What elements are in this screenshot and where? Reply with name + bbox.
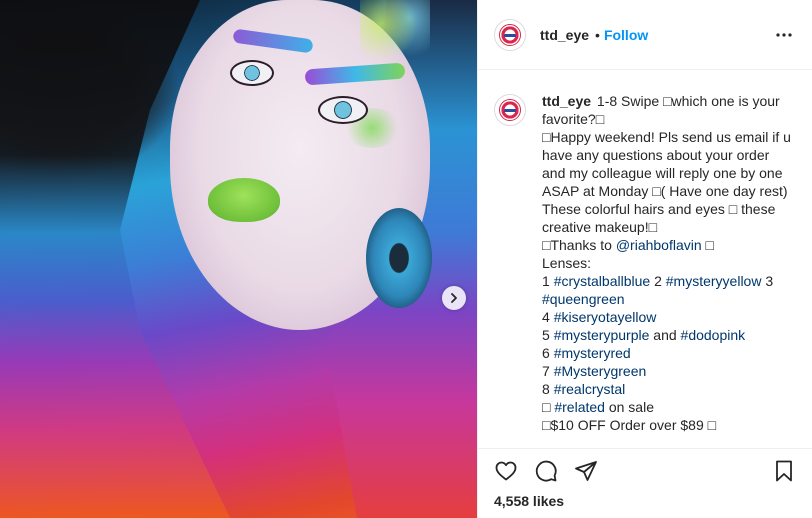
image-eye-right xyxy=(318,96,368,124)
paper-plane-icon xyxy=(575,461,597,481)
hashtag-link[interactable]: #mysteryyellow xyxy=(666,273,762,289)
hashtag-link[interactable]: #crystalballblue xyxy=(554,273,651,289)
action-icons xyxy=(492,449,798,493)
comment-icon xyxy=(535,460,557,482)
caption-line: □$10 OFF Order over $89 □ xyxy=(542,417,717,433)
post-side-panel: ttd_eye • Follow ttd_eye 1-8 Swipe □whic… xyxy=(477,0,812,518)
caption-line: □ xyxy=(701,237,714,253)
next-slide-button[interactable] xyxy=(442,286,466,310)
lens-number: 4 xyxy=(542,309,554,325)
lens-number: 2 xyxy=(650,273,666,289)
post-header: ttd_eye • Follow xyxy=(478,0,812,70)
image-glitter xyxy=(360,0,430,60)
likes-count[interactable]: 4,558 likes xyxy=(494,493,798,509)
caption-line: on sale xyxy=(604,399,654,415)
caption-avatar[interactable] xyxy=(494,94,526,126)
image-ear-gauge xyxy=(366,208,432,308)
share-button[interactable] xyxy=(572,457,600,485)
brand-logo xyxy=(499,23,521,46)
lens-number: 3 xyxy=(761,273,774,289)
caption-line: □Thanks to xyxy=(542,237,616,253)
caption-text: ttd_eye 1-8 Swipe □which one is your fav… xyxy=(542,92,792,448)
post-image[interactable] xyxy=(0,0,477,518)
hashtag-link[interactable]: #realcrystal xyxy=(554,381,626,397)
hashtag-link[interactable]: #Mysterygreen xyxy=(554,363,647,379)
heart-icon xyxy=(495,461,517,481)
caption-line: These colorful hairs and eyes □ these cr… xyxy=(542,201,776,235)
caption-word: and xyxy=(649,327,681,343)
lens-number: 7 xyxy=(542,363,554,379)
lens-number: 6 xyxy=(542,345,554,361)
brand-logo xyxy=(499,99,521,121)
hashtag-link[interactable]: #mysteryred xyxy=(554,345,631,361)
instagram-post: ttd_eye • Follow ttd_eye 1-8 Swipe □whic… xyxy=(0,0,812,518)
save-button[interactable] xyxy=(770,457,798,485)
more-options-button[interactable] xyxy=(772,23,796,47)
image-lips xyxy=(208,178,280,222)
caption-line: □ xyxy=(542,399,555,415)
profile-avatar[interactable] xyxy=(494,18,526,51)
hashtag-link[interactable]: #dodopink xyxy=(681,327,746,343)
bookmark-icon xyxy=(776,460,792,482)
like-button[interactable] xyxy=(492,457,520,485)
mention-link[interactable]: @riahboflavin xyxy=(616,237,702,253)
hashtag-link[interactable]: #mysterypurple xyxy=(554,327,650,343)
caption-area: ttd_eye 1-8 Swipe □which one is your fav… xyxy=(478,70,812,448)
hashtag-link[interactable]: #kiseryotayellow xyxy=(554,309,657,325)
username-link[interactable]: ttd_eye xyxy=(540,27,589,43)
chevron-right-icon xyxy=(451,293,457,303)
more-options-icon xyxy=(776,32,792,37)
hashtag-link[interactable]: #related xyxy=(554,399,605,415)
follow-button[interactable]: Follow xyxy=(604,27,648,43)
lenses-label: Lenses: xyxy=(542,255,592,271)
caption-line: □Happy weekend! Pls send us email if u h… xyxy=(542,129,791,199)
post-actions: 4,558 likes xyxy=(478,448,812,518)
image-eye-left xyxy=(230,60,274,86)
lens-number: 8 xyxy=(542,381,554,397)
comment-button[interactable] xyxy=(532,457,560,485)
caption-username[interactable]: ttd_eye xyxy=(542,93,591,109)
lens-number: 5 xyxy=(542,327,554,343)
separator-dot: • xyxy=(595,26,600,43)
hashtag-link[interactable]: #queengreen xyxy=(542,291,625,307)
lens-number: 1 xyxy=(542,273,554,289)
